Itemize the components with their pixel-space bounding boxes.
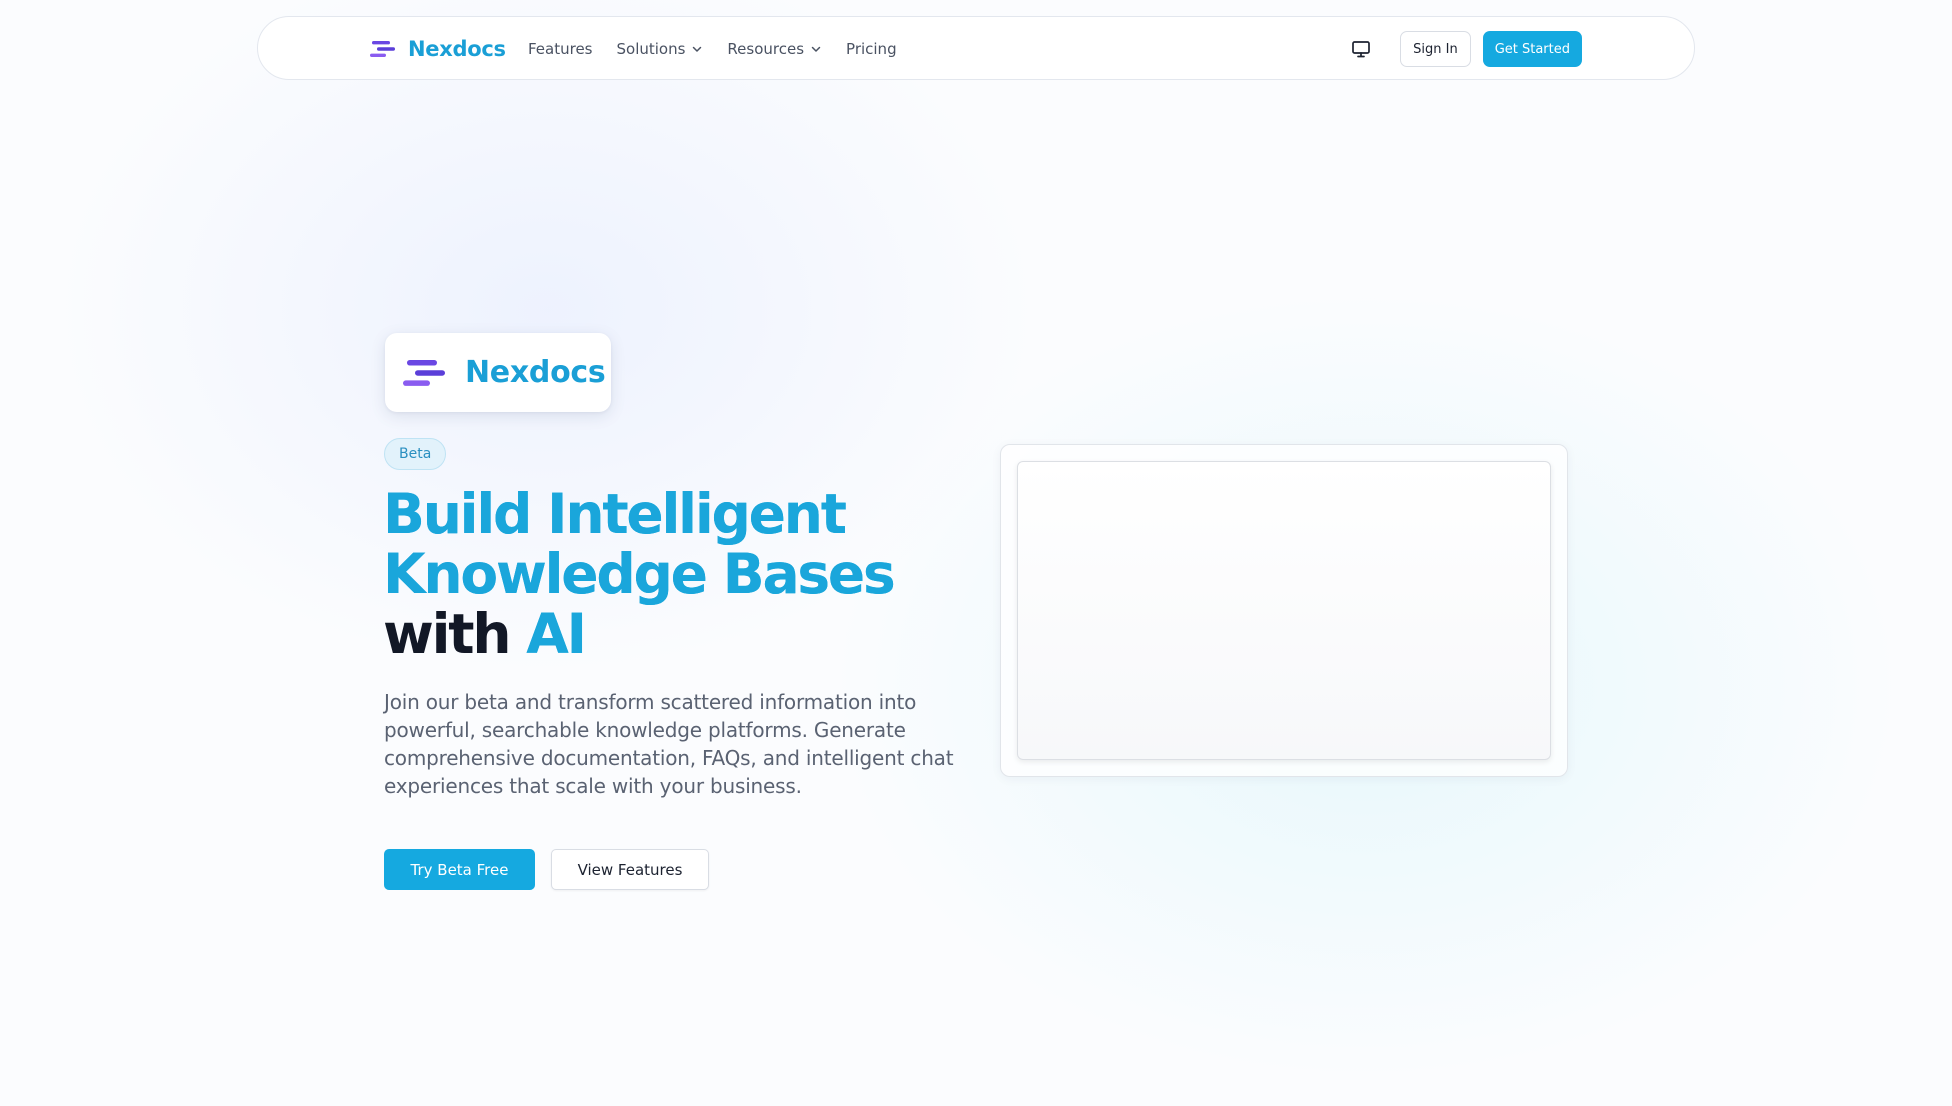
nav-link-label: Solutions — [616, 40, 686, 58]
chevron-down-icon — [693, 46, 702, 52]
headline-line-3-accent: AI — [526, 602, 587, 666]
theme-toggle-button[interactable] — [1344, 32, 1378, 66]
nav-links: Features Solutions Resources Pricing — [528, 17, 921, 81]
nav-link-label: Resources — [727, 40, 805, 58]
brand-mark-icon — [403, 359, 445, 386]
brand-mark-icon — [370, 41, 395, 57]
monitor-icon — [1352, 41, 1370, 58]
view-features-button[interactable]: View Features — [551, 849, 709, 890]
product-preview-screen — [1017, 461, 1551, 760]
hero-brand-name: Nexdocs — [465, 355, 606, 390]
nav-link-features[interactable]: Features — [528, 40, 593, 58]
nav-brand-logo[interactable]: Nexdocs — [370, 17, 506, 81]
product-preview-frame — [1000, 444, 1568, 777]
get-started-button[interactable]: Get Started — [1482, 31, 1582, 67]
beta-badge: Beta — [384, 438, 447, 470]
headline-line-2: Knowledge Bases — [383, 542, 896, 606]
top-navbar: Nexdocs Features Solutions Resources Pri… — [257, 16, 1695, 80]
chevron-down-icon — [811, 46, 821, 52]
sign-in-button[interactable]: Sign In — [1400, 31, 1471, 67]
headline-line-3-dark: with — [383, 602, 512, 666]
hero-logo-card: Nexdocs — [385, 333, 611, 412]
nav-link-solutions[interactable]: Solutions — [617, 40, 704, 58]
hero-headline: Build Intelligent Knowledge Bases with A… — [383, 484, 943, 664]
nav-link-resources[interactable]: Resources — [727, 40, 822, 58]
nav-link-label: Pricing — [846, 40, 897, 58]
try-beta-free-button[interactable]: Try Beta Free — [384, 849, 535, 890]
headline-line-1: Build Intelligent — [383, 482, 847, 546]
nav-link-label: Features — [528, 40, 593, 58]
brand-name: Nexdocs — [408, 37, 506, 61]
nav-actions: Sign In Get Started — [1344, 17, 1582, 81]
hero-description: Join our beta and transform scattered in… — [384, 690, 954, 798]
nav-link-pricing[interactable]: Pricing — [846, 40, 897, 58]
